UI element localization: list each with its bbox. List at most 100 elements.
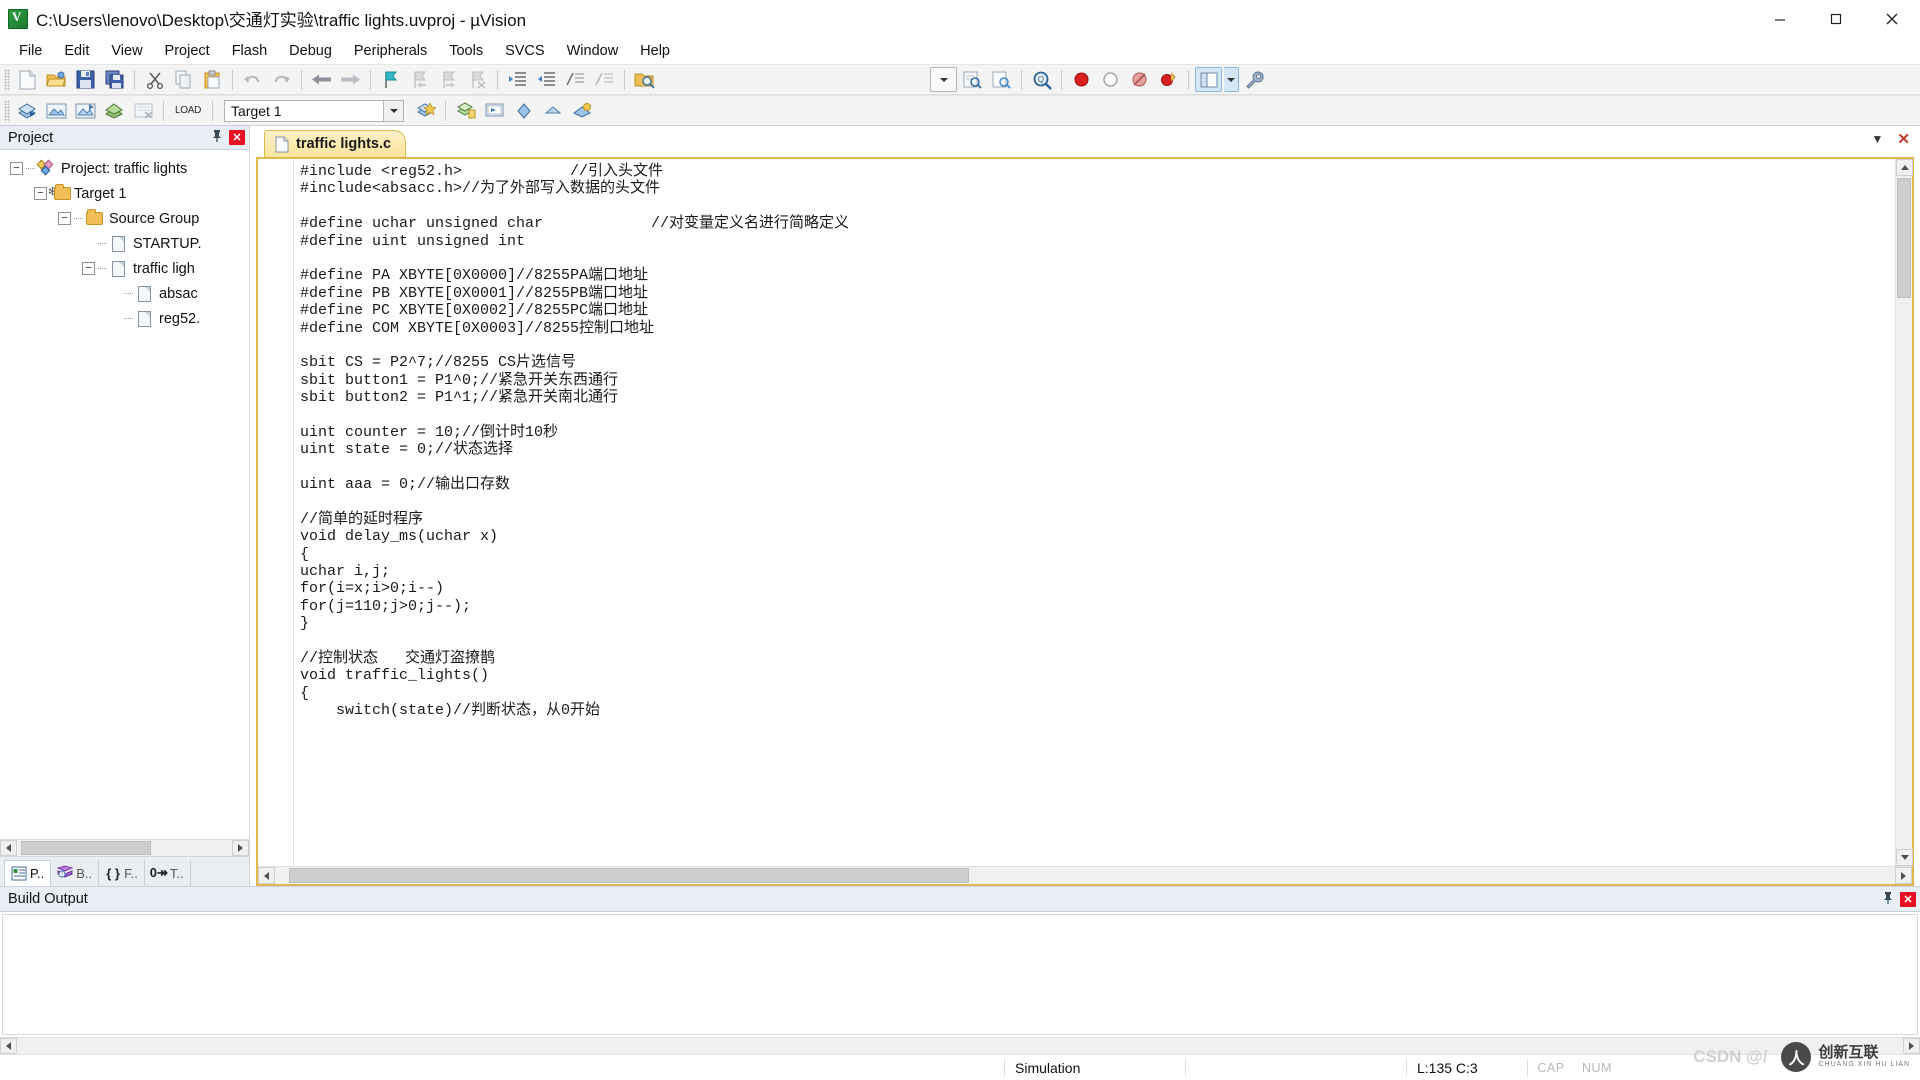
find-icon[interactable] — [959, 67, 986, 92]
manage-items-icon[interactable] — [412, 98, 439, 123]
breakpoint-empty-icon[interactable] — [1097, 67, 1124, 92]
breakpoint-killall-icon[interactable] — [1155, 67, 1182, 92]
bookmark-prev-icon[interactable] — [406, 67, 433, 92]
close-button[interactable] — [1864, 0, 1920, 38]
undo-arrow-icon[interactable] — [239, 67, 266, 92]
project-horizontal-scrollbar[interactable] — [0, 839, 249, 856]
scroll-left-button[interactable] — [0, 1038, 17, 1054]
editor-vertical-scrollbar[interactable] — [1895, 159, 1913, 866]
scrollbar-track[interactable] — [17, 1038, 1903, 1054]
toolbar-grip[interactable] — [4, 68, 10, 91]
bookmark-flag-icon[interactable] — [377, 67, 404, 92]
menu-item-svcs[interactable]: SVCS — [494, 40, 556, 62]
chevron-down-icon[interactable] — [930, 67, 957, 92]
arrow-right-icon[interactable] — [337, 67, 364, 92]
chevron-down-icon[interactable] — [383, 100, 403, 121]
build-output-text[interactable] — [2, 914, 1918, 1035]
diamond-icon[interactable] — [510, 98, 537, 123]
menu-item-project[interactable]: Project — [154, 40, 221, 62]
paste-icon[interactable] — [199, 67, 226, 92]
scrollbar-thumb[interactable] — [1897, 178, 1911, 298]
pin-icon[interactable] — [1882, 891, 1894, 908]
window-layout-icon[interactable] — [1195, 67, 1222, 92]
expander-toggle[interactable]: − — [34, 187, 47, 200]
pin-icon[interactable] — [211, 129, 223, 146]
close-document-icon[interactable]: ✕ — [1897, 130, 1910, 148]
target-selector[interactable]: Target 1 — [224, 99, 404, 122]
menu-item-debug[interactable]: Debug — [278, 40, 343, 62]
chevron-icon[interactable] — [539, 98, 566, 123]
menu-item-help[interactable]: Help — [629, 40, 681, 62]
copy-icon[interactable] — [170, 67, 197, 92]
expander-toggle[interactable]: − — [82, 262, 95, 275]
code-text[interactable]: #include <reg52.h> //引入头文件 #include<absac… — [294, 159, 1895, 866]
toolbar-grip[interactable] — [4, 99, 10, 122]
chevron-down-icon[interactable]: ▼ — [1872, 132, 1884, 146]
find-files-icon[interactable] — [631, 67, 658, 92]
scroll-right-button[interactable] — [1895, 867, 1912, 884]
incremental-find-icon[interactable] — [988, 67, 1015, 92]
wrench-icon[interactable] — [1241, 67, 1268, 92]
new-file-icon[interactable] — [14, 67, 41, 92]
close-icon[interactable]: ✕ — [1900, 891, 1916, 907]
tree-node-source-group[interactable]: − Source Group — [0, 206, 249, 231]
open-folder-icon[interactable] — [43, 67, 70, 92]
close-icon[interactable]: ✕ — [229, 130, 245, 145]
tab-project[interactable]: P.. — [4, 860, 52, 886]
arrow-left-icon[interactable] — [308, 67, 335, 92]
editor-horizontal-scrollbar[interactable] — [258, 866, 1912, 884]
maximize-button[interactable] — [1808, 0, 1864, 38]
rebuild-icon[interactable] — [72, 98, 99, 123]
document-tab-traffic-lights-c[interactable]: traffic lights.c — [264, 130, 407, 157]
runtime-icon[interactable] — [568, 98, 595, 123]
expander-toggle[interactable]: − — [10, 162, 23, 175]
expander-toggle[interactable]: − — [58, 212, 71, 225]
build-output-horizontal-scrollbar[interactable] — [0, 1037, 1920, 1054]
menu-item-tools[interactable]: Tools — [438, 40, 494, 62]
build-icon[interactable] — [43, 98, 70, 123]
menu-item-file[interactable]: File — [8, 40, 53, 62]
tree-node-target[interactable]: − ✻ Target 1 — [0, 181, 249, 206]
scroll-right-button[interactable] — [1903, 1038, 1920, 1054]
redo-arrow-icon[interactable] — [268, 67, 295, 92]
scrollbar-thumb[interactable] — [21, 841, 151, 855]
load-icon[interactable]: LOAD — [170, 98, 206, 123]
menu-item-edit[interactable]: Edit — [53, 40, 100, 62]
indent-left-icon[interactable] — [533, 67, 560, 92]
stop-build-icon[interactable] — [130, 98, 157, 123]
bookmark-clear-icon[interactable] — [464, 67, 491, 92]
menu-item-flash[interactable]: Flash — [221, 40, 278, 62]
menu-item-window[interactable]: Window — [556, 40, 630, 62]
breakpoint-red-icon[interactable] — [1068, 67, 1095, 92]
menu-item-view[interactable]: View — [100, 40, 153, 62]
scrollbar-track[interactable] — [1896, 176, 1912, 849]
tab-functions[interactable]: { } F.. — [99, 860, 145, 886]
scroll-left-button[interactable] — [258, 867, 275, 884]
magnifier-icon[interactable]: Q — [1028, 67, 1055, 92]
scrollbar-thumb[interactable] — [289, 868, 969, 883]
batch-build-icon[interactable] — [101, 98, 128, 123]
tree-node-absacc[interactable]: absac — [0, 281, 249, 306]
uncomment-icon[interactable] — [591, 67, 618, 92]
save-all-icon[interactable] — [101, 67, 128, 92]
tab-books[interactable]: ? B.. — [51, 860, 100, 886]
scroll-left-button[interactable] — [0, 840, 17, 856]
scrollbar-track[interactable] — [17, 840, 232, 856]
scroll-down-button[interactable] — [1896, 849, 1913, 866]
scroll-up-button[interactable] — [1896, 159, 1913, 176]
tree-node-project[interactable]: − Project: traffic lights — [0, 156, 249, 181]
tab-templates[interactable]: 0↠ T.. — [145, 860, 191, 886]
chevron-down-icon[interactable] — [1224, 67, 1239, 92]
menu-item-peripherals[interactable]: Peripherals — [343, 40, 438, 62]
tree-node-startup[interactable]: STARTUP. — [0, 231, 249, 256]
tree-node-traffic-lights-c[interactable]: − traffic ligh — [0, 256, 249, 281]
scissors-icon[interactable] — [141, 67, 168, 92]
breakpoint-disable-icon[interactable] — [1126, 67, 1153, 92]
indent-right-icon[interactable] — [504, 67, 531, 92]
scroll-right-button[interactable] — [232, 840, 249, 856]
bookmark-next-icon[interactable] — [435, 67, 462, 92]
comment-icon[interactable] — [562, 67, 589, 92]
translate-icon[interactable] — [14, 98, 41, 123]
minimize-button[interactable] — [1752, 0, 1808, 38]
scrollbar-track[interactable] — [275, 867, 1895, 884]
